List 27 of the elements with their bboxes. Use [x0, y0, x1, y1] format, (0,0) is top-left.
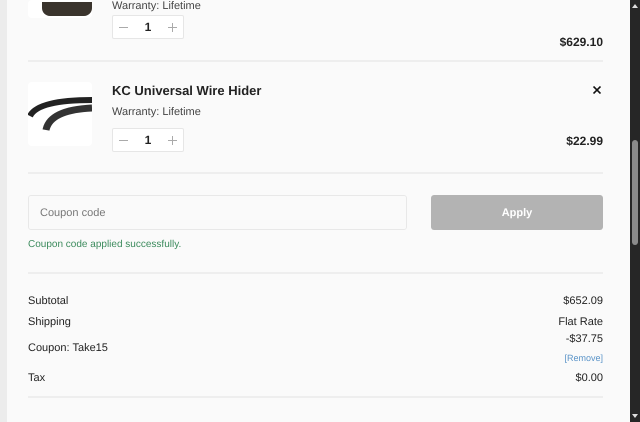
coupon-success-message: Coupon code applied successfully. [28, 239, 182, 250]
quantity-value: 1 [144, 20, 152, 34]
coupon-input-field[interactable]: Coupon code [28, 195, 407, 230]
scrollbar-thumb[interactable] [632, 140, 638, 245]
scrollbar[interactable] [630, 0, 640, 422]
close-icon[interactable] [593, 86, 601, 94]
vehicle-drawing [42, 2, 92, 16]
warranty-text: Warranty: Lifetime [112, 0, 202, 12]
product-name: KC Universal Wire Hider [112, 83, 262, 98]
warranty-text: Warranty: Lifetime [112, 106, 202, 118]
item-price: $22.99 [566, 134, 603, 148]
summary-value: $652.09 [563, 294, 603, 308]
summary-label: Shipping [28, 314, 71, 328]
quantity-value: 1 [144, 133, 152, 147]
plus-icon[interactable] [168, 22, 177, 32]
summary-label: Tax [28, 370, 46, 384]
scroll-up-icon[interactable] [630, 2, 640, 10]
summary-label: Subtotal [28, 294, 68, 308]
scroll-down-icon[interactable] [630, 412, 640, 420]
item-price: $629.10 [560, 35, 603, 49]
plus-icon[interactable] [168, 136, 177, 144]
quantity-stepper[interactable]: 1 [112, 128, 184, 152]
summary-value: -$37.75 [566, 332, 603, 346]
summary-value: $0.00 [575, 370, 603, 384]
summary-label: Coupon: Take15 [28, 341, 108, 355]
summary-value: Flat Rate [558, 314, 603, 328]
quantity-stepper[interactable]: 1 [112, 15, 184, 39]
